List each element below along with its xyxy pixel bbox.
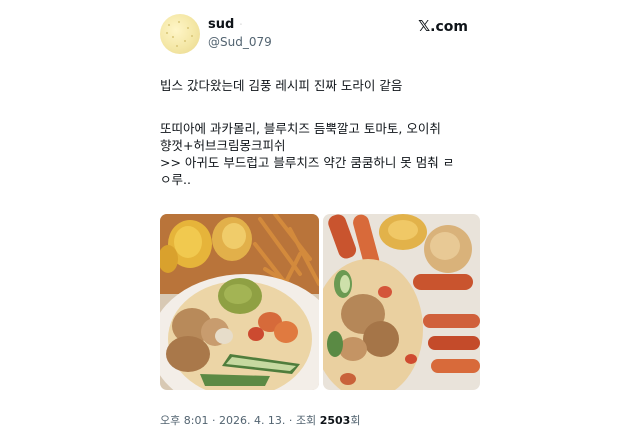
name-mark: ᆞ xyxy=(236,20,246,31)
user-handle[interactable]: @Sud_079 xyxy=(208,35,272,49)
views-count: 2503 xyxy=(319,414,351,427)
tweet-line-2: 또띠아에 과카몰리, 블루치즈 듬뿍깔고 토마토, 오이취 xyxy=(160,121,441,136)
tweet-line-1: 빕스 갔다왔는데 김풍 레시피 진짜 도라이 같음 xyxy=(160,78,403,93)
views-suffix: 회 xyxy=(350,414,361,427)
post-time[interactable]: 오후 8:01 xyxy=(160,414,208,427)
food-photo-left[interactable] xyxy=(160,214,319,390)
tweet-line-5: ㅇ루.. xyxy=(160,172,191,187)
food-photo-right-image xyxy=(323,214,480,390)
tweet-card: sud ᆞ @Sud_079 𝕏.com 빕스 갔다왔는데 김풍 레시피 진짜 도… xyxy=(130,0,510,427)
display-name[interactable]: sud ᆞ xyxy=(208,16,246,32)
avatar[interactable] xyxy=(160,14,200,54)
source-text: .com xyxy=(430,19,468,35)
tweet-meta: 오후 8:01 · 2026. 4. 13. · 조회 2503회 xyxy=(160,414,361,427)
tweet-line-4: >> 아귀도 부드럽고 블루치즈 약간 쿰쿰하니 못 멈춰 ㄹ xyxy=(160,155,455,170)
source-label: 𝕏.com xyxy=(418,17,468,35)
post-date[interactable]: 2026. 4. 13. xyxy=(219,414,285,427)
x-logo-icon: 𝕏 xyxy=(418,17,431,35)
food-photo-right[interactable] xyxy=(323,214,480,390)
display-name-text: sud xyxy=(208,17,235,32)
food-photo-left-image xyxy=(160,214,319,390)
views-label: 조회 xyxy=(295,414,317,427)
tweet-line-3: 향껏+허브크림몽크피쉬 xyxy=(160,138,286,153)
